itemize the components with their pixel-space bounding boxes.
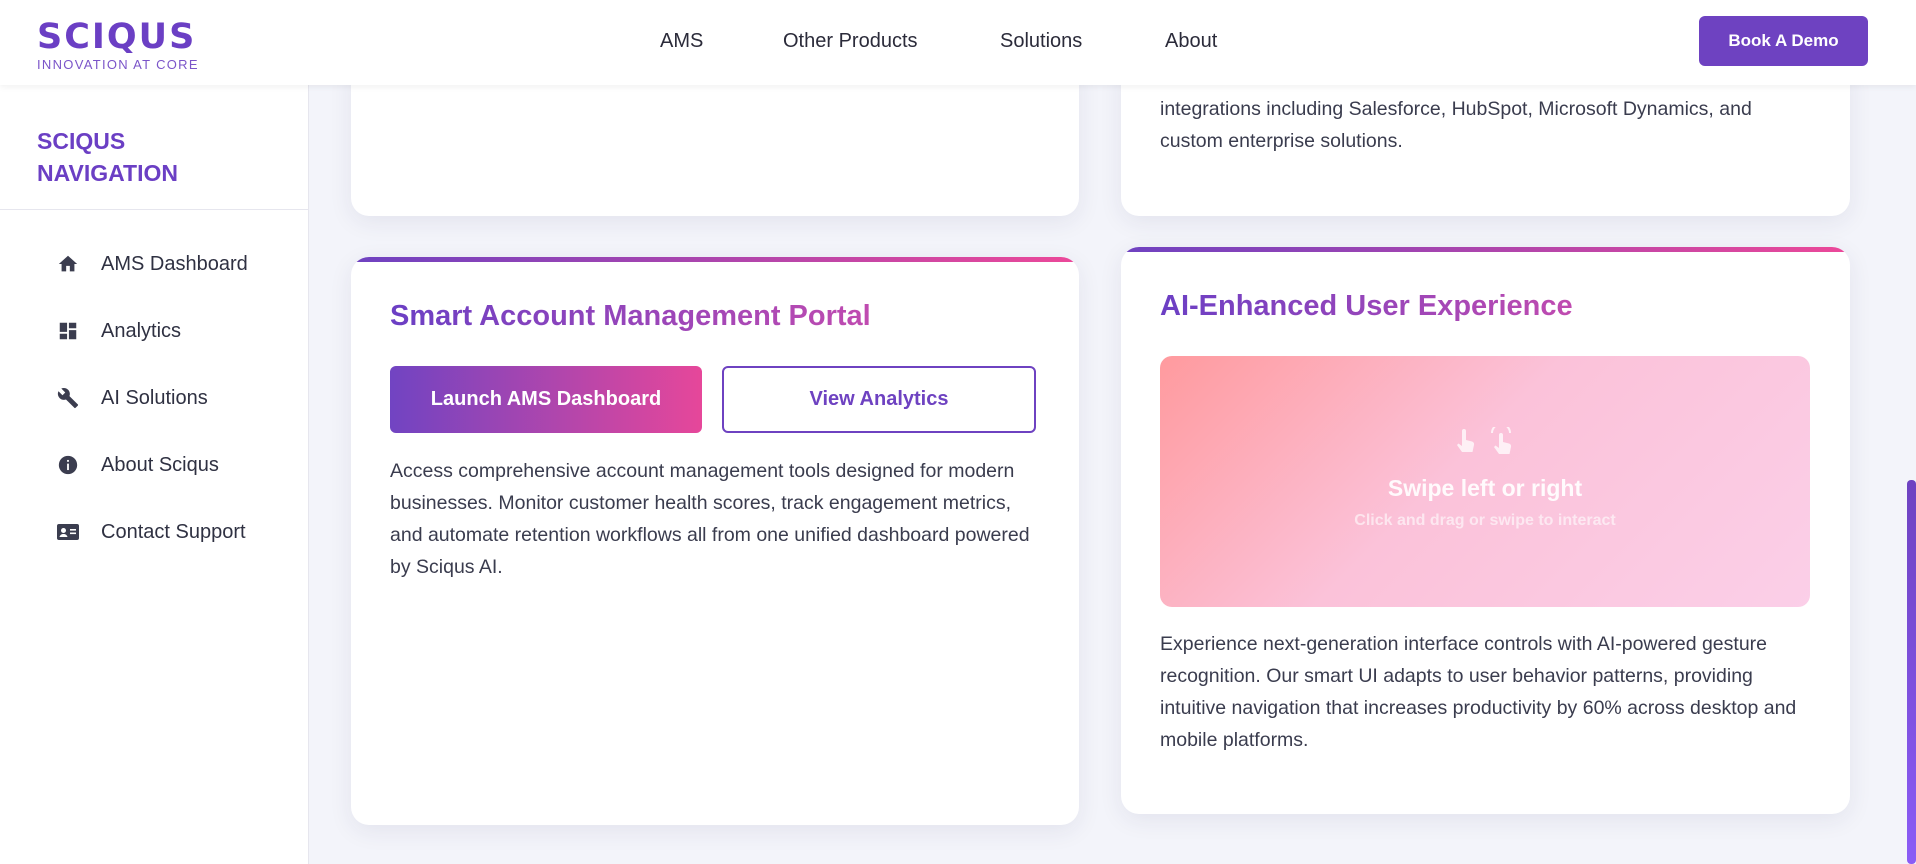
view-analytics-button[interactable]: View Analytics [722, 366, 1036, 433]
portal-card-description: Access comprehensive account management … [390, 460, 1030, 578]
sidebar-item-ams-dashboard[interactable]: AMS Dashboard [56, 246, 286, 282]
info-icon [56, 453, 80, 477]
card-top-right-text: integrations including Salesforce, HubSp… [1160, 98, 1752, 152]
brand-logo[interactable]: SCIQUS INNOVATION AT CORE [37, 18, 199, 72]
portal-card-title: Smart Account Management Portal [390, 300, 871, 332]
sidebar-item-label: AI Solutions [101, 386, 208, 409]
sidebar-item-label: Analytics [101, 319, 182, 342]
sidebar-item-label: Contact Support [101, 520, 246, 543]
swipe-hand-icon [1486, 423, 1516, 459]
page-scrollbar-thumb[interactable] [1907, 480, 1916, 864]
sidebar: SCIQUS NAVIGATION AMS Dashboard Analytic… [0, 85, 309, 864]
contact-card-icon [56, 520, 80, 544]
nav-item-other-products[interactable]: Other Products [783, 30, 918, 53]
swipe-gesture-icons [1454, 423, 1516, 459]
logo-tagline: INNOVATION AT CORE [37, 57, 199, 72]
home-icon [56, 252, 80, 276]
swipe-subtitle: Click and drag or swipe to interact [1354, 512, 1616, 529]
sidebar-item-label: About Sciqus [101, 453, 219, 476]
swipe-carousel[interactable]: Swipe left or right Click and drag or sw… [1160, 356, 1810, 607]
sidebar-item-contact-support[interactable]: Contact Support [56, 514, 286, 550]
swipe-title: Swipe left or right [1387, 475, 1583, 501]
book-demo-button[interactable]: Book A Demo [1699, 16, 1868, 66]
card-accent-bar [351, 257, 1079, 262]
top-navbar: SCIQUS INNOVATION AT CORE AMS Other Prod… [0, 0, 1916, 85]
tap-hand-icon [1454, 427, 1476, 459]
wrench-icon [56, 386, 80, 410]
sidebar-item-about-sciqus[interactable]: About Sciqus [56, 447, 286, 483]
nav-item-ams[interactable]: AMS [660, 30, 703, 53]
sidebar-title: SCIQUS NAVIGATION [37, 128, 178, 186]
logo-wordmark: SCIQUS [37, 17, 197, 57]
launch-ams-dashboard-button[interactable]: Launch AMS Dashboard [390, 366, 702, 433]
nav-item-about[interactable]: About [1165, 30, 1217, 53]
dashboard-icon [56, 319, 80, 343]
sidebar-item-label: AMS Dashboard [101, 252, 248, 275]
nav-item-solutions[interactable]: Solutions [1000, 30, 1082, 53]
card-accent-bar [1121, 247, 1850, 252]
ux-card-description: Experience next-generation interface con… [1160, 633, 1797, 751]
sidebar-item-ai-solutions[interactable]: AI Solutions [56, 380, 286, 416]
ux-card-title: AI-Enhanced User Experience [1160, 290, 1573, 322]
sidebar-item-analytics[interactable]: Analytics [56, 313, 286, 349]
sidebar-divider [0, 209, 308, 210]
